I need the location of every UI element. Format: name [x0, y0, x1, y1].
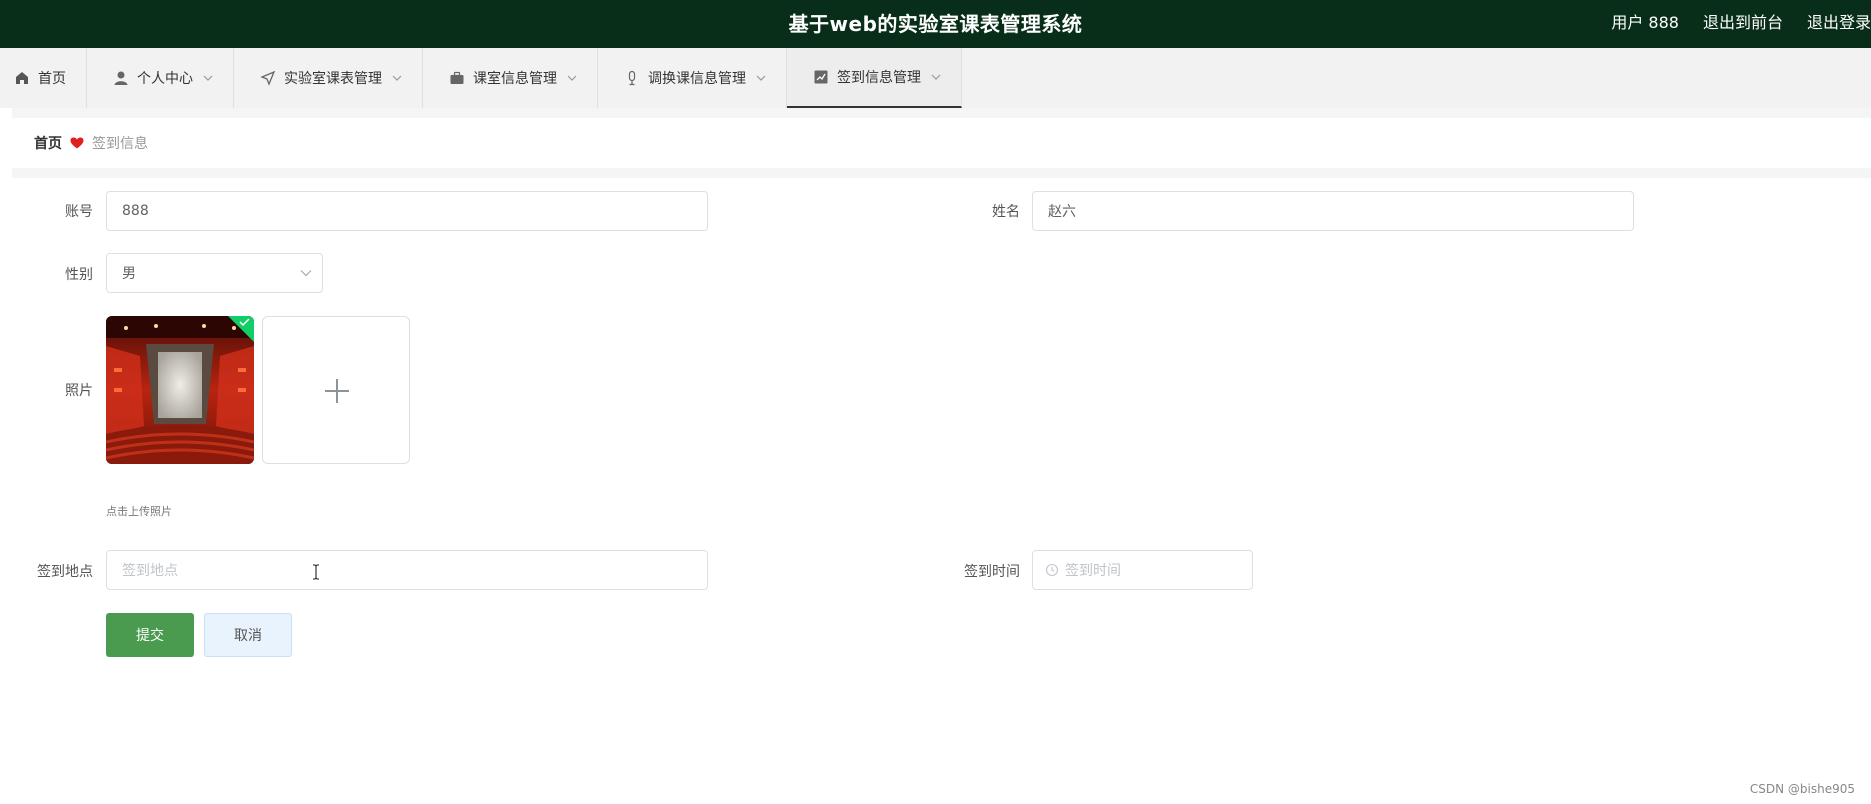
clock-icon — [1045, 563, 1059, 577]
nav-item-home[interactable]: 首页 — [0, 48, 87, 108]
account-label: 账号 — [65, 204, 93, 220]
chevron-down-icon — [931, 74, 941, 80]
photo-label: 照片 — [65, 383, 93, 399]
photo-upload-hint: 点击上传照片 — [106, 505, 172, 518]
signin-time-label: 签到时间 — [964, 564, 1020, 580]
photo-upload-button[interactable] — [262, 316, 410, 464]
chevron-down-icon — [756, 75, 766, 81]
chart-icon — [814, 70, 828, 84]
breadcrumb-home[interactable]: 首页 — [34, 133, 62, 153]
top-header: 基于web的实验室课表管理系统 用户 888 退出到前台 退出登录 — [0, 0, 1871, 48]
nav-item-label: 调换课信息管理 — [648, 71, 746, 87]
chevron-down-icon — [203, 75, 213, 81]
chevron-down-icon — [567, 75, 577, 81]
app-title: 基于web的实验室课表管理系统 — [788, 12, 1083, 36]
current-user: 用户 888 — [1611, 13, 1679, 32]
theater-image — [106, 316, 254, 464]
nav-item-classroom-info[interactable]: 课室信息管理 — [423, 48, 598, 108]
signin-time-placeholder: 签到时间 — [1065, 563, 1121, 579]
heart-icon — [70, 137, 84, 149]
gender-select[interactable]: 男 — [106, 253, 323, 293]
nav-item-label: 签到信息管理 — [837, 70, 921, 86]
location-label: 签到地点 — [37, 564, 93, 580]
watermark: CSDN @bishe905 — [1749, 782, 1855, 796]
cancel-button[interactable]: 取消 — [204, 613, 292, 657]
name-label: 姓名 — [992, 204, 1020, 220]
logout-link[interactable]: 退出登录 — [1807, 9, 1871, 33]
back-to-front-link[interactable]: 退出到前台 — [1703, 9, 1783, 33]
text-cursor-icon — [313, 564, 319, 580]
nav-item-swap-class-info[interactable]: 调换课信息管理 — [598, 48, 787, 108]
name-field[interactable]: 赵六 — [1032, 191, 1634, 231]
uploaded-photo[interactable] — [106, 316, 254, 464]
plus-icon — [325, 379, 349, 403]
send-icon — [260, 70, 276, 86]
breadcrumb-current: 签到信息 — [92, 136, 148, 152]
submit-button[interactable]: 提交 — [106, 613, 194, 657]
gender-selected-value: 男 — [122, 266, 136, 282]
briefcase-icon — [450, 71, 464, 84]
location-input[interactable]: 签到地点 — [106, 550, 708, 590]
gender-label: 性别 — [65, 267, 93, 283]
signin-time-picker[interactable]: 签到时间 — [1032, 550, 1253, 590]
chevron-down-icon — [392, 75, 402, 81]
home-icon — [16, 72, 28, 84]
nav-item-signin-info[interactable]: 签到信息管理 — [787, 48, 962, 108]
chevron-down-icon — [300, 270, 312, 277]
account-field[interactable]: 888 — [106, 191, 708, 231]
header-actions: 用户 888 退出到前台 退出登录 — [1611, 9, 1871, 33]
nav-item-label: 个人中心 — [137, 71, 193, 87]
microphone-icon — [628, 70, 636, 86]
user-icon — [114, 71, 128, 85]
breadcrumb: 首页 签到信息 — [12, 118, 1871, 168]
nav-item-lab-schedule[interactable]: 实验室课表管理 — [234, 48, 423, 108]
nav-item-label: 实验室课表管理 — [284, 71, 382, 87]
nav-item-label: 首页 — [38, 71, 66, 87]
main-nav: 首页 个人中心 实验室课表管理 课室信息管理 调换课信息管理 签到信息管理 — [0, 48, 1871, 108]
nav-item-personal-center[interactable]: 个人中心 — [87, 48, 234, 108]
nav-item-label: 课室信息管理 — [473, 71, 557, 87]
